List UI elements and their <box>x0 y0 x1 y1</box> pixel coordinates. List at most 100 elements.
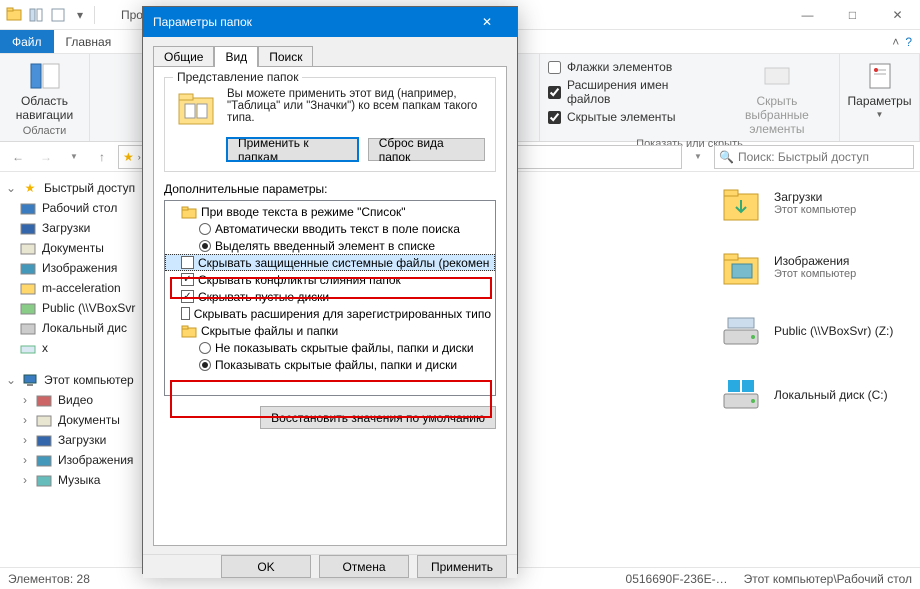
tree-row[interactable]: Скрывать расширения для зарегистрированн… <box>165 305 495 322</box>
ribbon-group-areas: Области <box>8 125 81 137</box>
item-name: Локальный диск (C:) <box>774 388 888 402</box>
qat-btn-1[interactable] <box>28 7 44 23</box>
qat-dropdown-icon[interactable]: ▾ <box>72 7 88 23</box>
app-icon <box>6 7 22 23</box>
reset-folders-button[interactable]: Сброс вида папок <box>368 138 485 161</box>
apply-to-folders-button[interactable]: Применить к папкам <box>227 138 358 161</box>
item-sub: Этот компьютер <box>774 268 856 280</box>
radio[interactable] <box>199 359 211 371</box>
tree-label: Скрывать пустые диски <box>198 290 329 304</box>
maximize-button[interactable]: □ <box>830 1 875 29</box>
tree-row[interactable]: Скрывать защищенные системные файлы (рек… <box>165 254 495 271</box>
back-button[interactable]: ← <box>6 145 30 169</box>
tree-label: Скрывать защищенные системные файлы (рек… <box>198 256 489 270</box>
content-item[interactable]: ЗагрузкиЭтот компьютер <box>720 182 910 224</box>
radio[interactable] <box>199 342 211 354</box>
checkbox[interactable] <box>181 307 190 320</box>
tab-home[interactable]: Главная <box>54 30 124 53</box>
desktop-icon <box>20 200 36 216</box>
tree-row[interactable]: ✓ Скрывать пустые диски <box>165 288 495 305</box>
tree-row[interactable]: При вводе текста в режиме "Список" <box>165 203 495 220</box>
radio[interactable] <box>199 223 211 235</box>
video-icon <box>36 392 52 408</box>
folder-icon <box>20 280 36 296</box>
group-text: Вы можете применить этот вид (например, … <box>227 88 485 130</box>
check-item-flags[interactable]: Флажки элементов <box>548 60 703 74</box>
documents-icon <box>36 412 52 428</box>
hide-selected-icon <box>761 60 793 92</box>
drive-icon <box>20 340 36 356</box>
nav-pane-button[interactable]: Область навигации <box>8 58 81 124</box>
hide-selected-button[interactable]: Скрыть выбранные элементы <box>723 58 831 138</box>
radio[interactable] <box>199 240 211 252</box>
folder-options-dialog: Параметры папок ✕ Общие Вид Поиск Предст… <box>142 6 518 574</box>
item-icon <box>720 182 762 224</box>
close-button[interactable]: ✕ <box>875 1 920 29</box>
cancel-button[interactable]: Отмена <box>319 555 409 578</box>
tree-label: Скрытые файлы и папки <box>201 324 338 338</box>
advanced-settings-tree[interactable]: При вводе текста в режиме "Список" Автома… <box>164 200 496 396</box>
tree-row[interactable]: Выделять введенный элемент в списке <box>165 237 495 254</box>
recent-button[interactable]: ▼ <box>62 145 86 169</box>
dialog-title: Параметры папок <box>153 15 252 29</box>
documents-icon <box>20 240 36 256</box>
content-item[interactable]: Локальный диск (C:) <box>720 374 910 416</box>
dlg-tab-view[interactable]: Вид <box>214 46 258 67</box>
ribbon-caret-icon[interactable]: ˄ <box>892 35 899 49</box>
ok-button[interactable]: OK <box>221 555 311 578</box>
tree-row[interactable]: ✓ Скрывать конфликты слияния папок <box>165 271 495 288</box>
tree-label: Скрывать конфликты слияния папок <box>198 273 401 287</box>
star-icon: ★ <box>123 150 134 164</box>
search-field[interactable]: 🔍 Поиск: Быстрый доступ <box>714 145 914 169</box>
dialog-titlebar[interactable]: Параметры папок ✕ <box>143 7 517 37</box>
item-icon <box>720 246 762 288</box>
tree-row[interactable]: Автоматически вводить текст в поле поиск… <box>165 220 495 237</box>
folder-icon <box>181 204 197 220</box>
group-title: Представление папок <box>173 70 302 84</box>
tab-file[interactable]: Файл <box>0 30 54 53</box>
dlg-tab-search[interactable]: Поиск <box>258 46 313 67</box>
folder-icon <box>181 323 197 339</box>
apply-button[interactable]: Применить <box>417 555 507 578</box>
nav-pane-icon <box>29 60 61 92</box>
chevron-down-icon: ▼ <box>876 110 884 119</box>
item-icon <box>720 310 762 352</box>
refresh-button[interactable]: ▼ <box>686 145 710 169</box>
music-icon <box>36 472 52 488</box>
dialog-close-button[interactable]: ✕ <box>467 7 507 37</box>
item-name: Загрузки <box>774 190 856 204</box>
tree-row[interactable]: Не показывать скрытые файлы, папки и дис… <box>165 339 495 356</box>
downloads-icon <box>20 220 36 236</box>
item-name: Изображения <box>774 254 856 268</box>
content-item[interactable]: Public (\\VBoxSvr) (Z:) <box>720 310 910 352</box>
status-count: Элементов: 28 <box>8 572 90 586</box>
ribbon-help-icon[interactable]: ? <box>905 35 912 49</box>
restore-defaults-button[interactable]: Восстановить значения по умолчанию <box>260 406 496 429</box>
netdrive-icon <box>20 300 36 316</box>
item-sub: Этот компьютер <box>774 204 856 216</box>
options-icon <box>864 60 896 92</box>
tree-row[interactable]: Скрытые файлы и папки <box>165 322 495 339</box>
qat-btn-2[interactable] <box>50 7 66 23</box>
pictures-icon <box>20 260 36 276</box>
options-button[interactable]: Параметры ▼ <box>848 58 911 121</box>
minimize-button[interactable]: — <box>785 1 830 29</box>
dlg-tab-general[interactable]: Общие <box>153 46 214 67</box>
pc-icon <box>22 372 38 388</box>
checkbox[interactable] <box>181 256 194 269</box>
checkbox[interactable]: ✓ <box>181 290 194 303</box>
item-icon <box>720 374 762 416</box>
advanced-label: Дополнительные параметры: <box>164 182 496 196</box>
item-name: Public (\\VBoxSvr) (Z:) <box>774 324 893 338</box>
tree-label: Выделять введенный элемент в списке <box>215 239 435 253</box>
tree-row[interactable]: Показывать скрытые файлы, папки и диски <box>165 356 495 373</box>
check-file-ext[interactable]: Расширения имен файлов <box>548 78 703 106</box>
downloads-icon <box>36 432 52 448</box>
check-hidden[interactable]: Скрытые элементы <box>548 110 703 124</box>
tree-label: Автоматически вводить текст в поле поиск… <box>215 222 460 236</box>
up-button[interactable]: ↑ <box>90 145 114 169</box>
content-item[interactable]: ИзображенияЭтот компьютер <box>720 246 910 288</box>
folder-views-group: Представление папок Вы можете применить … <box>164 77 496 172</box>
forward-button[interactable]: → <box>34 145 58 169</box>
checkbox[interactable]: ✓ <box>181 273 194 286</box>
